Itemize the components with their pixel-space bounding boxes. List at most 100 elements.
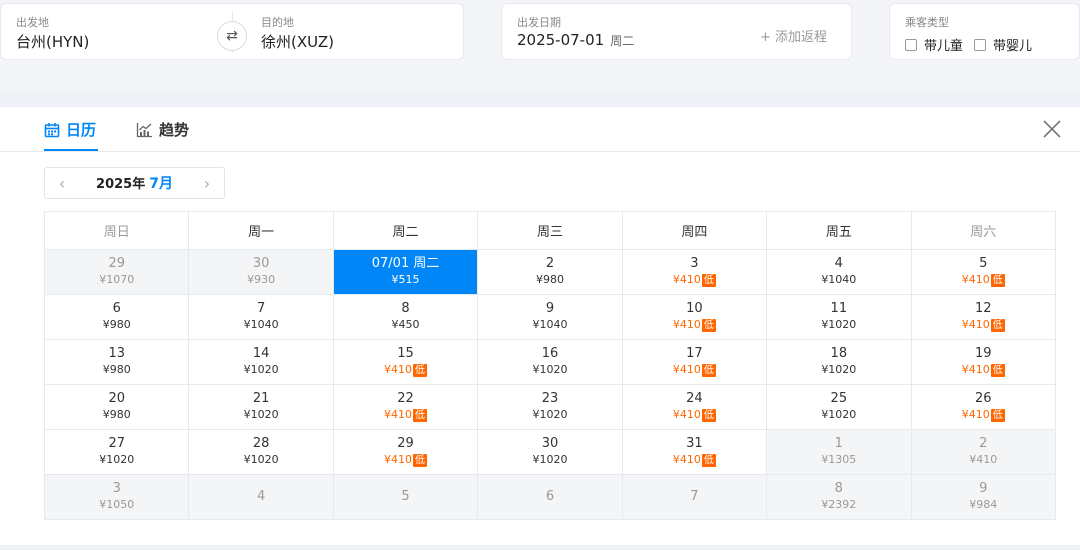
date-number: 2	[545, 256, 555, 271]
date-number: 21	[252, 391, 270, 406]
date-cell[interactable]: 29 ¥1070	[45, 250, 190, 295]
date-price: ¥1020	[821, 363, 857, 376]
prev-month-button[interactable]: ‹	[45, 174, 79, 193]
date-price: ¥515	[391, 273, 420, 286]
date-cell[interactable]: 3 ¥410 低	[622, 250, 768, 295]
date-cell[interactable]: 15 ¥410 低	[333, 340, 479, 385]
date-cell[interactable]: 16 ¥1020	[478, 340, 623, 385]
low-price-badge: 低	[413, 453, 428, 467]
date-number: 31	[686, 436, 703, 451]
date-price: ¥410 低	[672, 273, 716, 287]
with-infant-label: 带婴儿	[993, 39, 1033, 54]
date-card[interactable]: 出发日期 2025-07-01 周二 + 添加返程	[501, 3, 852, 60]
with-infant-checkbox[interactable]: 带婴儿	[974, 35, 1032, 54]
date-cell[interactable]: 7 ¥1040	[189, 295, 334, 340]
date-cell[interactable]: 4 ¥1040	[767, 250, 912, 295]
date-cell[interactable]: 19 ¥410 低	[911, 340, 1056, 385]
add-return-button[interactable]: + 添加返程	[760, 26, 827, 45]
date-cell[interactable]: 17 ¥410 低	[622, 340, 768, 385]
to-field[interactable]: 目的地 徐州(XUZ)	[249, 4, 464, 61]
calendar-week-row: 27 ¥1020 28 ¥1020 29 ¥410 低 30 ¥1020 31 ¥410 低 1 ¥130…	[45, 430, 1056, 475]
date-cell[interactable]: 1 ¥1305	[767, 430, 912, 475]
date-price: ¥1020	[243, 453, 279, 466]
calendar-week-row: 29 ¥1070 30 ¥930 07/01 周二 ¥515 2 ¥980 3 ¥410 低 4 ¥10…	[45, 250, 1056, 295]
date-cell[interactable]: 25 ¥1020	[767, 385, 912, 430]
date-price: ¥410 低	[961, 363, 1005, 377]
date-cell[interactable]: 6	[478, 475, 623, 520]
weekday-header-cell: 周一	[189, 212, 334, 250]
date-cell[interactable]: 11 ¥1020	[767, 295, 912, 340]
date-price: ¥1020	[99, 453, 135, 466]
with-child-label: 带儿童	[924, 39, 964, 54]
from-value[interactable]: 台州(HYN)	[16, 31, 89, 52]
date-cell[interactable]: 9 ¥1040	[478, 295, 623, 340]
date-cell[interactable]: 31 ¥410 低	[622, 430, 768, 475]
date-cell[interactable]: 20 ¥980	[45, 385, 190, 430]
to-value[interactable]: 徐州(XUZ)	[261, 31, 334, 52]
date-cell[interactable]: 27 ¥1020	[45, 430, 190, 475]
route-card: 出发地 台州(HYN) ⇄ 目的地 徐州(XUZ)	[0, 3, 464, 60]
date-cell[interactable]: 2 ¥410	[911, 430, 1056, 475]
calendar-body: 29 ¥1070 30 ¥930 07/01 周二 ¥515 2 ¥980 3 ¥410 低 4 ¥10…	[45, 250, 1056, 520]
next-month-button[interactable]: ›	[190, 174, 224, 193]
date-weekday: 周二	[610, 34, 635, 48]
date-number: 11	[830, 301, 848, 316]
date-cell[interactable]: 21 ¥1020	[189, 385, 334, 430]
date-number: 12	[974, 301, 992, 316]
date-price: ¥1020	[532, 453, 568, 466]
with-child-checkbox[interactable]: 带儿童	[905, 35, 963, 54]
date-cell[interactable]: 22 ¥410 低	[333, 385, 479, 430]
date-price: ¥1020	[821, 408, 857, 421]
date-cell[interactable]: 4	[189, 475, 334, 520]
calendar-icon	[44, 122, 60, 137]
date-cell[interactable]: 2 ¥980	[478, 250, 623, 295]
weekday-header-cell: 周四	[622, 212, 768, 250]
date-number: 6	[112, 301, 121, 316]
date-cell[interactable]: 9 ¥984	[911, 475, 1056, 520]
date-cell[interactable]: 26 ¥410 低	[911, 385, 1056, 430]
date-price: ¥980	[102, 318, 131, 331]
date-price: ¥1020	[821, 318, 857, 331]
date-number: 29	[397, 436, 414, 451]
date-number: 23	[541, 391, 559, 406]
date-cell[interactable]: 23 ¥1020	[478, 385, 623, 430]
low-price-badge: 低	[701, 318, 716, 332]
date-cell[interactable]: 5	[333, 475, 479, 520]
low-price-badge: 低	[413, 363, 428, 377]
swap-button[interactable]: ⇄	[217, 21, 247, 51]
low-price-badge: 低	[990, 408, 1005, 422]
current-month-text: 7月	[149, 176, 173, 192]
date-number: 4	[834, 256, 843, 271]
calendar-panel: 日历 趋势 ‹ 2025年 7月 › 周日 周一 周二 周三 周四 周五 周六 29 ¥1070…	[0, 107, 1080, 545]
tab-trend[interactable]: 趋势	[136, 119, 189, 140]
close-icon[interactable]	[1042, 119, 1062, 139]
date-number: 3	[690, 256, 699, 271]
date-cell[interactable]: 8 ¥2392	[767, 475, 912, 520]
date-cell[interactable]: 8 ¥450	[333, 295, 479, 340]
date-cell[interactable]: 6 ¥980	[45, 295, 190, 340]
date-value[interactable]: 2025-07-01 周二	[517, 31, 634, 49]
date-cell[interactable]: 18 ¥1020	[767, 340, 912, 385]
date-price: ¥410 低	[672, 453, 716, 467]
date-cell[interactable]: 24 ¥410 低	[622, 385, 768, 430]
date-cell[interactable]: 12 ¥410 低	[911, 295, 1056, 340]
date-cell[interactable]: 7	[622, 475, 768, 520]
selected-date-cell[interactable]: 07/01 周二 ¥515	[333, 250, 479, 295]
date-cell[interactable]: 29 ¥410 低	[333, 430, 479, 475]
date-price: ¥450	[391, 318, 420, 331]
date-number: 28	[252, 436, 270, 451]
date-number: 8	[401, 301, 410, 316]
date-price: ¥930	[247, 273, 276, 286]
date-cell[interactable]: 14 ¥1020	[189, 340, 334, 385]
date-cell[interactable]: 10 ¥410 低	[622, 295, 768, 340]
tab-calendar[interactable]: 日历	[44, 119, 96, 140]
date-cell[interactable]: 30 ¥930	[189, 250, 334, 295]
date-cell[interactable]: 30 ¥1020	[478, 430, 623, 475]
date-cell[interactable]: 13 ¥980	[45, 340, 190, 385]
from-field[interactable]: 出发地 台州(HYN)	[1, 4, 216, 61]
date-cell[interactable]: 5 ¥410 低	[911, 250, 1056, 295]
date-cell[interactable]: 28 ¥1020	[189, 430, 334, 475]
low-price-badge: 低	[413, 408, 428, 422]
date-cell[interactable]: 3 ¥1050	[45, 475, 190, 520]
panel-tabs: 日历 趋势	[0, 107, 1080, 152]
